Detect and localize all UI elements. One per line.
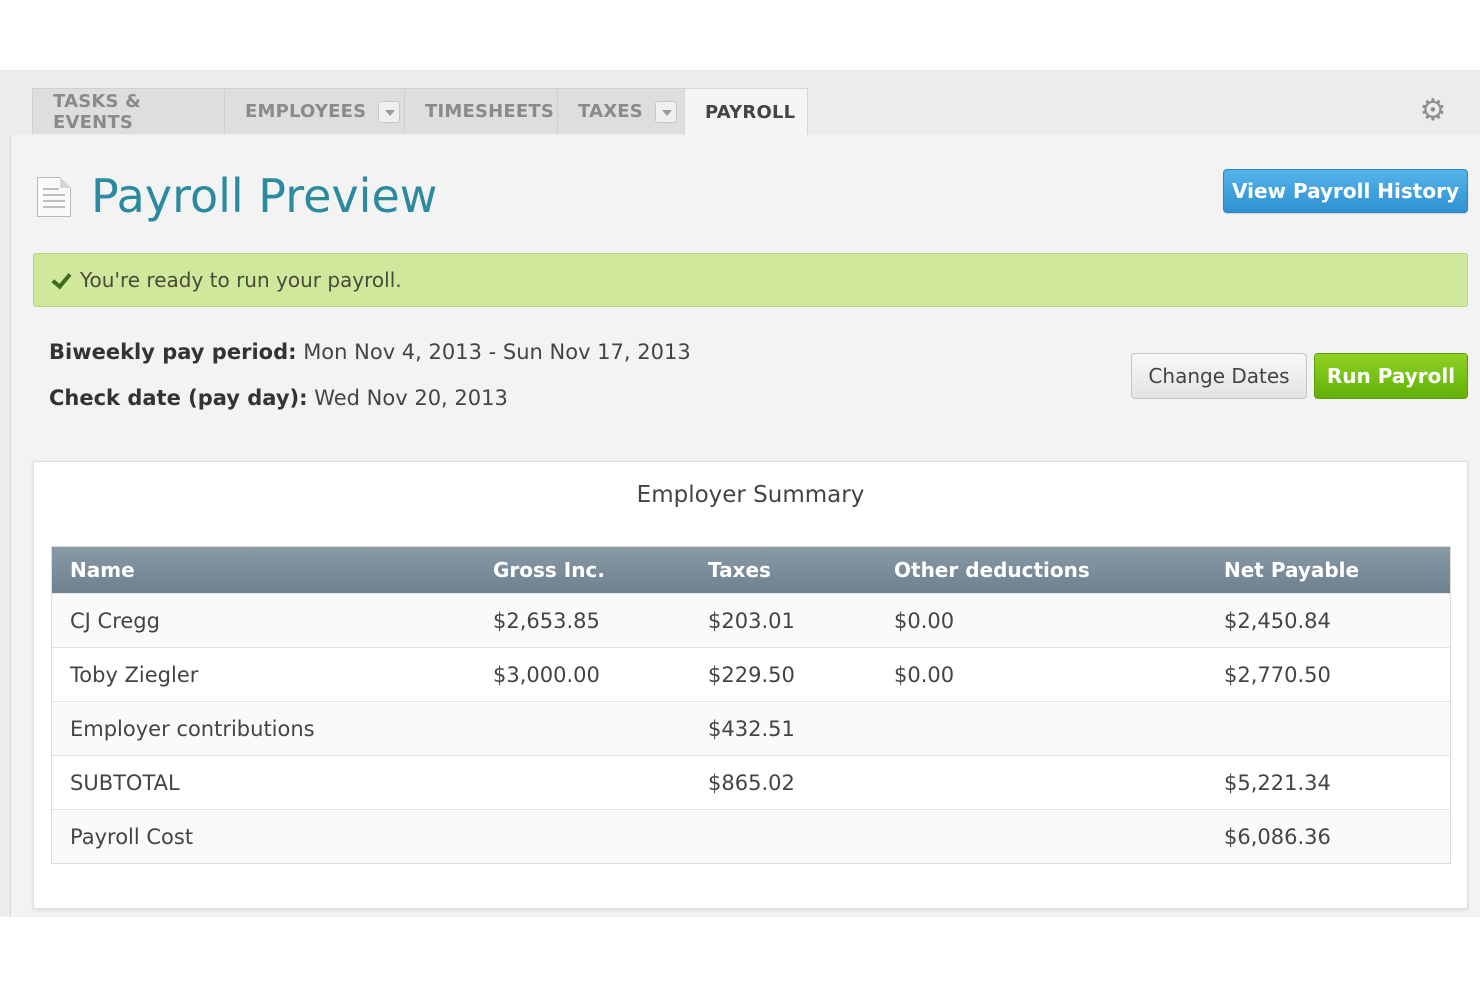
summary-table: Name Gross Inc. Taxes Other deductions N… [51, 546, 1451, 864]
column-header: Gross Inc. [493, 558, 605, 582]
cell-deductions: $0.00 [894, 662, 955, 687]
change-dates-button[interactable]: Change Dates [1131, 353, 1307, 399]
check-date-value: Wed Nov 20, 2013 [314, 386, 508, 410]
table-row: CJ Cregg $2,653.85 $203.01 $0.00 $2,450.… [52, 593, 1450, 647]
check-date-label: Check date (pay day): [49, 386, 308, 410]
table-row: SUBTOTAL $865.02 $5,221.34 [52, 755, 1450, 809]
cell-net: $2,770.50 [1224, 662, 1331, 687]
pay-period-value: Mon Nov 4, 2013 - Sun Nov 17, 2013 [303, 340, 691, 364]
employer-summary-card: Employer Summary Name Gross Inc. Taxes O… [33, 461, 1468, 909]
checkmark-icon [50, 270, 70, 290]
chevron-down-icon[interactable] [654, 100, 677, 123]
pay-period-info: Biweekly pay period: Mon Nov 4, 2013 - S… [49, 340, 691, 432]
tab-tasks-events[interactable]: TASKS & EVENTS [32, 88, 225, 134]
cell-name: Payroll Cost [70, 824, 194, 849]
success-alert: You're ready to run your payroll. [33, 253, 1468, 307]
tab-label: PAYROLL [705, 102, 796, 123]
cell-name: SUBTOTAL [70, 770, 180, 795]
cell-net: $2,450.84 [1224, 608, 1331, 633]
column-header: Name [70, 558, 135, 582]
alert-text: You're ready to run your payroll. [80, 268, 402, 292]
page-title: Payroll Preview [91, 169, 438, 223]
chevron-down-icon[interactable] [378, 100, 401, 123]
cell-taxes: $865.02 [708, 770, 795, 795]
table-row: Payroll Cost $6,086.36 [52, 809, 1450, 863]
cell-net: $6,086.36 [1224, 824, 1331, 849]
tab-label: TAXES [578, 101, 643, 122]
check-date-row: Check date (pay day): Wed Nov 20, 2013 [49, 386, 691, 432]
payroll-panel: Payroll Preview View Payroll History You… [10, 135, 1480, 917]
gear-icon[interactable]: ⚙ [1418, 96, 1448, 126]
tab-label: TIMESHEETS [425, 101, 555, 122]
cell-taxes: $229.50 [708, 662, 795, 687]
tab-timesheets[interactable]: TIMESHEETS [404, 88, 558, 134]
summary-title: Employer Summary [636, 482, 865, 508]
tab-employees[interactable]: EMPLOYEES [224, 88, 405, 134]
tab-bar: TASKS & EVENTS EMPLOYEES TIMESHEETS TAXE… [32, 88, 1452, 136]
cell-name: Employer contributions [70, 716, 315, 741]
cell-taxes: $203.01 [708, 608, 795, 633]
pay-period-label: Biweekly pay period: [49, 340, 297, 364]
cell-gross: $2,653.85 [493, 608, 600, 633]
table-header: Name Gross Inc. Taxes Other deductions N… [52, 547, 1450, 593]
cell-net: $5,221.34 [1224, 770, 1331, 795]
view-payroll-history-button[interactable]: View Payroll History [1223, 169, 1468, 213]
pay-period-row: Biweekly pay period: Mon Nov 4, 2013 - S… [49, 340, 691, 386]
tab-payroll[interactable]: PAYROLL [684, 88, 808, 136]
tab-label: TASKS & EVENTS [53, 90, 142, 133]
tab-label: EMPLOYEES [245, 101, 367, 122]
cell-name: Toby Ziegler [70, 662, 199, 687]
cell-name: CJ Cregg [70, 608, 160, 633]
cell-deductions: $0.00 [894, 608, 955, 633]
column-header: Other deductions [894, 558, 1090, 582]
column-header: Taxes [708, 558, 771, 582]
cell-gross: $3,000.00 [493, 662, 600, 687]
column-header: Net Payable [1224, 558, 1360, 582]
table-row: Employer contributions $432.51 [52, 701, 1450, 755]
cell-taxes: $432.51 [708, 716, 795, 741]
table-row: Toby Ziegler $3,000.00 $229.50 $0.00 $2,… [52, 647, 1450, 701]
tab-taxes[interactable]: TAXES [557, 88, 685, 134]
app-window: TASKS & EVENTS EMPLOYEES TIMESHEETS TAXE… [0, 70, 1480, 917]
table-body: CJ Cregg $2,653.85 $203.01 $0.00 $2,450.… [52, 593, 1450, 863]
document-icon [37, 177, 71, 217]
run-payroll-button[interactable]: Run Payroll [1314, 353, 1468, 399]
